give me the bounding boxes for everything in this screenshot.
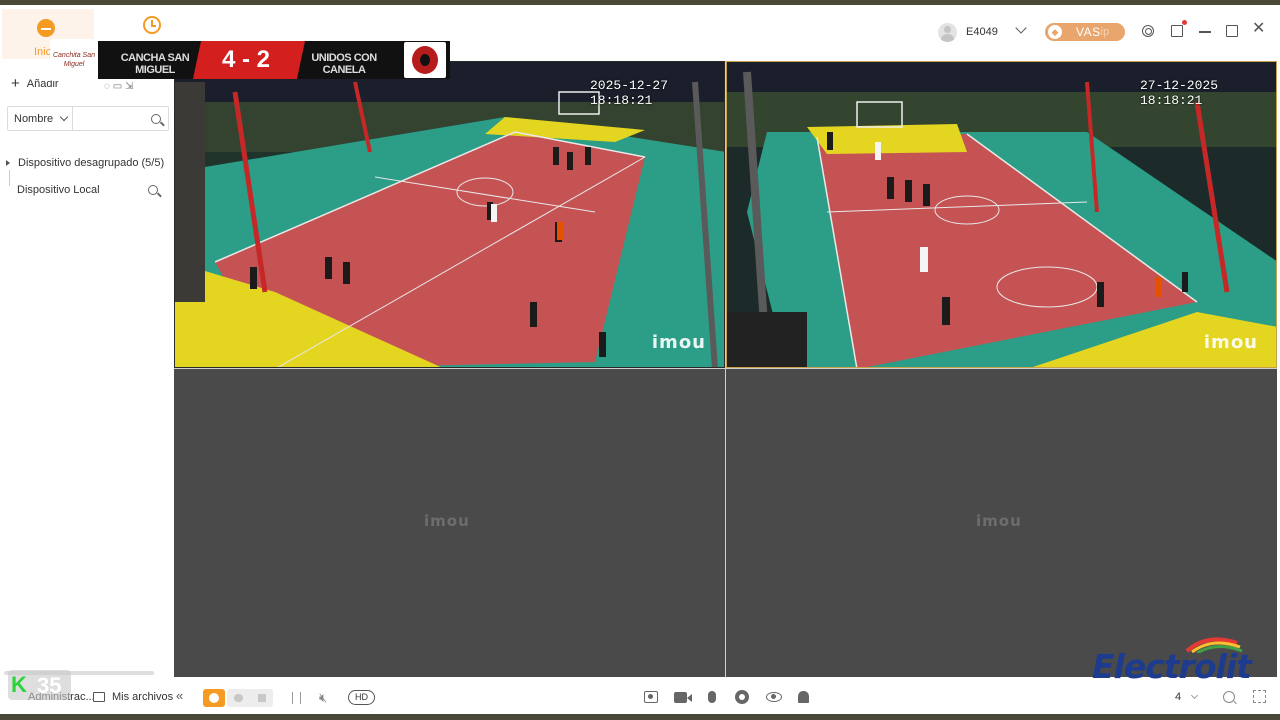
camera-timestamp: 27-12-2025 18:18:21 bbox=[1140, 78, 1219, 108]
close-icon[interactable]: ✕ bbox=[1252, 21, 1265, 37]
home-icon bbox=[37, 19, 55, 37]
video-tile-3[interactable]: imou bbox=[174, 369, 725, 677]
team2-logo bbox=[404, 42, 446, 78]
score-value: 4 - 2 bbox=[222, 46, 271, 73]
team1-name: CANCHA SAN MIGUEL bbox=[120, 52, 190, 76]
scoreboard-overlay: Canchita San Miguel CANCHA SAN MIGUEL 4 … bbox=[50, 39, 450, 81]
team1-logo: Canchita San Miguel bbox=[50, 39, 98, 81]
search-filter-select[interactable]: Nombre bbox=[8, 107, 73, 130]
history-clock-icon[interactable] bbox=[143, 16, 161, 34]
video-tile-4[interactable]: imou bbox=[726, 369, 1277, 677]
search-icon[interactable] bbox=[151, 114, 161, 124]
fullscreen-icon[interactable] bbox=[1253, 690, 1266, 703]
hd-toggle[interactable]: HD bbox=[348, 690, 375, 705]
team1-logo-text: Canchita San Miguel bbox=[52, 52, 96, 68]
plus-icon: + bbox=[11, 75, 20, 92]
sidebar-tool-icons[interactable]: ◌ ▭ ⇲ bbox=[104, 81, 133, 92]
imou-watermark: imou bbox=[651, 332, 706, 353]
imou-watermark: imou bbox=[1203, 332, 1258, 353]
team2-name: UNIDOS CON CANELA bbox=[311, 52, 377, 76]
camera-timestamp: 2025-12-27 18:18:21 bbox=[590, 78, 669, 108]
diamond-icon: ◆ bbox=[1048, 25, 1062, 39]
user-menu[interactable]: E4049 bbox=[938, 22, 998, 42]
imou-watermark: imou bbox=[424, 512, 470, 530]
record-video-icon[interactable] bbox=[674, 692, 692, 703]
local-search-icon[interactable] bbox=[148, 185, 158, 195]
ptz-control-icon[interactable] bbox=[735, 690, 749, 704]
channel-badge: K 35 bbox=[8, 670, 71, 700]
search-input[interactable] bbox=[73, 108, 147, 129]
sponsor-name: Electrolit bbox=[1092, 647, 1252, 686]
vas-label: VAS bbox=[1076, 25, 1101, 39]
badge-k: K bbox=[11, 672, 27, 697]
privacy-eye-icon[interactable] bbox=[766, 692, 782, 702]
tree-group-ungrouped[interactable]: Dispositivo desagrupado (5/5) bbox=[6, 157, 164, 169]
my-files-link[interactable]: Mis archivos bbox=[112, 691, 173, 703]
chevron-down-icon[interactable] bbox=[1015, 22, 1027, 34]
vas-suffix: ip bbox=[1100, 26, 1110, 38]
settings-icon[interactable] bbox=[1142, 25, 1154, 37]
microphone-icon[interactable] bbox=[708, 691, 716, 703]
grid-divider-vertical bbox=[725, 61, 726, 677]
user-name: E4049 bbox=[966, 26, 998, 38]
pause-icon[interactable] bbox=[292, 692, 301, 704]
device-sidebar: + Añadir ◌ ▭ ⇲ Nombre Dispositivo desagr… bbox=[0, 61, 174, 677]
minimize-icon[interactable] bbox=[1199, 31, 1211, 33]
badge-number: 35 bbox=[37, 673, 62, 698]
expand-arrow-icon[interactable] bbox=[6, 160, 10, 166]
mute-icon[interactable]: 🔇︎ bbox=[319, 690, 327, 706]
tree-connector bbox=[9, 170, 10, 186]
folder-icon[interactable] bbox=[93, 692, 105, 702]
sponsor-logo: Electrolit bbox=[1092, 633, 1257, 688]
tree-group-local[interactable]: Dispositivo Local bbox=[17, 184, 100, 196]
alarm-bell-icon[interactable] bbox=[798, 691, 809, 703]
video-tile-1[interactable]: 2025-12-27 18:18:21 imou bbox=[174, 61, 725, 368]
avatar bbox=[938, 22, 957, 42]
chevron-down-icon bbox=[59, 112, 69, 122]
vas-button[interactable]: ◆ VAS ip bbox=[1045, 23, 1125, 41]
frame-bottom bbox=[0, 714, 1280, 720]
grid-layout-select[interactable]: 4 bbox=[1168, 688, 1206, 706]
message-icon[interactable] bbox=[1171, 20, 1187, 37]
playback-mode-buttons[interactable] bbox=[227, 689, 273, 707]
collapse-sidebar-icon[interactable]: « bbox=[176, 688, 183, 703]
chevron-down-icon bbox=[1190, 691, 1199, 700]
search-filter-value: Nombre bbox=[14, 112, 54, 125]
maximize-icon[interactable] bbox=[1226, 25, 1238, 37]
app-window: Inicio E4049 ◆ VAS ip ✕ + Añadir ◌ ▭ ⇲ N… bbox=[0, 5, 1280, 714]
video-grid: 2025-12-27 18:18:21 imou 27-12-2025 18:1… bbox=[174, 61, 1277, 677]
grid-divider-horizontal bbox=[174, 368, 1277, 369]
video-tile-2[interactable]: 27-12-2025 18:18:21 imou bbox=[726, 61, 1277, 368]
grid-layout-value: 4 bbox=[1175, 691, 1182, 703]
tree-group-label: Dispositivo desagrupado (5/5) bbox=[18, 157, 165, 169]
zoom-icon[interactable] bbox=[1223, 691, 1235, 703]
device-search: Nombre bbox=[7, 106, 169, 131]
imou-watermark: imou bbox=[976, 512, 1022, 530]
bottom-toolbar: Administrac... Mis archivos « 🔇︎ HD 4 bbox=[0, 677, 1280, 714]
snapshot-camera-icon[interactable] bbox=[644, 691, 658, 703]
live-view-button[interactable] bbox=[203, 689, 225, 707]
